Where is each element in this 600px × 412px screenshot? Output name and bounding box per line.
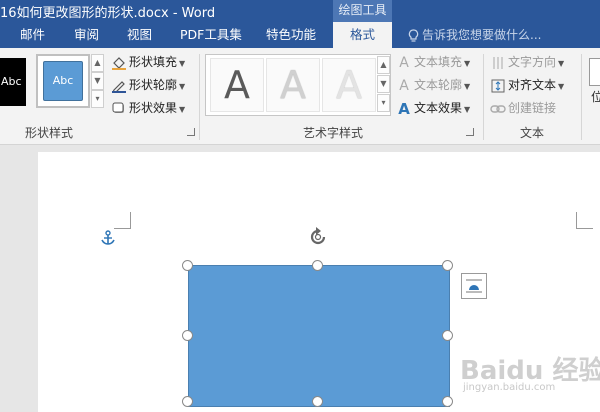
wordart-dialog-launcher[interactable] bbox=[466, 128, 474, 136]
align-text-label: 对齐文本 bbox=[508, 78, 557, 92]
tab-format[interactable]: 格式 bbox=[333, 22, 392, 48]
layout-options-button[interactable] bbox=[461, 273, 487, 299]
resize-handle-top-right[interactable] bbox=[442, 260, 453, 271]
swatch-text: Abc bbox=[1, 75, 22, 88]
ribbon-tab-bar: 邮件 审阅 视图 PDF工具集 特色功能 格式 告诉我您想要做什么... bbox=[0, 22, 600, 48]
pencil-icon bbox=[112, 80, 126, 93]
text-direction-icon bbox=[493, 56, 503, 69]
dropdown-caret-icon: ▼ bbox=[558, 82, 565, 91]
shape-effects-label: 形状效果 bbox=[129, 101, 178, 115]
tab-special-features[interactable]: 特色功能 bbox=[266, 22, 316, 48]
paint-bucket-icon bbox=[112, 56, 126, 70]
dropdown-caret-icon: ▼ bbox=[464, 105, 471, 114]
dropdown-caret-icon: ▼ bbox=[464, 82, 471, 91]
shape-effects-icon bbox=[112, 102, 124, 113]
text-effects-icon: A bbox=[398, 99, 410, 118]
align-text-button[interactable]: 对齐文本 ▼ bbox=[490, 76, 564, 94]
shape-styles-group-label: 形状样式 bbox=[25, 126, 74, 140]
text-fill-label: 文本填充 bbox=[414, 55, 463, 69]
selected-rectangle-shape[interactable] bbox=[188, 265, 450, 407]
position-icon[interactable] bbox=[589, 58, 600, 86]
tell-me-search[interactable]: 告诉我您想要做什么... bbox=[408, 22, 541, 48]
resize-handle-bottom[interactable] bbox=[312, 396, 323, 407]
group-separator bbox=[483, 54, 484, 140]
group-separator bbox=[581, 54, 582, 140]
wordart-style-2[interactable]: A bbox=[266, 58, 320, 112]
margin-corner-mark bbox=[576, 212, 593, 229]
window-title: 16如何更改图形的形状.docx - Word bbox=[0, 6, 216, 21]
wordart-more-button[interactable]: ▾ bbox=[377, 94, 390, 112]
title-bar: 16如何更改图形的形状.docx - Word 绘图工具 bbox=[0, 0, 600, 22]
shape-style-swatch-blue[interactable]: Abc bbox=[36, 54, 90, 108]
dropdown-caret-icon: ▼ bbox=[179, 82, 186, 91]
wordart-styles-group-label: 艺术字样式 bbox=[303, 126, 364, 140]
create-link-label: 创建链接 bbox=[508, 101, 557, 115]
tab-view[interactable]: 视图 bbox=[127, 22, 152, 48]
create-link-button[interactable]: 创建链接 bbox=[490, 99, 556, 117]
text-outline-label: 文本轮廓 bbox=[414, 78, 463, 92]
watermark-url: jingyan.baidu.com bbox=[463, 382, 556, 393]
resize-handle-bottom-right[interactable] bbox=[442, 396, 453, 407]
text-direction-label: 文字方向 bbox=[508, 55, 557, 69]
wordart-style-1[interactable]: A bbox=[210, 58, 264, 112]
drawing-tools-context-label: 绘图工具 bbox=[333, 0, 392, 22]
dropdown-caret-icon: ▼ bbox=[558, 59, 565, 68]
swatch-blue-text: Abc bbox=[43, 61, 83, 101]
position-button-label: 位 bbox=[591, 90, 600, 104]
text-fill-button[interactable]: A 文本填充 ▼ bbox=[396, 53, 470, 71]
gallery-more-button[interactable]: ▾ bbox=[91, 90, 104, 108]
text-group-label: 文本 bbox=[520, 126, 545, 140]
shape-effects-button[interactable]: 形状效果 ▼ bbox=[111, 99, 185, 117]
resize-handle-top-left[interactable] bbox=[182, 260, 193, 271]
text-direction-button[interactable]: 文字方向 ▼ bbox=[490, 53, 564, 71]
group-separator bbox=[199, 54, 200, 140]
tell-me-placeholder: 告诉我您想要做什么... bbox=[422, 28, 542, 42]
shape-styles-dialog-launcher[interactable] bbox=[187, 128, 195, 136]
dropdown-caret-icon: ▼ bbox=[464, 59, 471, 68]
resize-handle-left[interactable] bbox=[182, 330, 193, 341]
text-outline-icon: A bbox=[399, 77, 409, 94]
gallery-scroll-up-button[interactable]: ▲ bbox=[91, 54, 104, 72]
align-text-icon bbox=[491, 79, 505, 92]
tab-pdf-tools[interactable]: PDF工具集 bbox=[180, 22, 242, 48]
tab-review[interactable]: 审阅 bbox=[74, 22, 99, 48]
rotate-handle-icon[interactable] bbox=[306, 225, 330, 249]
resize-handle-bottom-left[interactable] bbox=[182, 396, 193, 407]
shape-style-swatch-black[interactable]: Abc bbox=[0, 58, 26, 106]
dropdown-caret-icon: ▼ bbox=[179, 59, 186, 68]
anchor-icon[interactable] bbox=[100, 230, 116, 246]
gallery-scroll-down-button[interactable]: ▼ bbox=[91, 72, 104, 90]
wordart-gallery: A A A ▲ ▼ ▾ bbox=[205, 54, 391, 116]
ribbon: Abc Abc ▲ ▼ ▾ 形状填充 ▼ 形状轮廓 ▼ 形状效果 ▼ 形状样式 A A… bbox=[0, 48, 600, 145]
text-outline-button[interactable]: A 文本轮廓 ▼ bbox=[396, 76, 470, 94]
text-effects-button[interactable]: A 文本效果 ▼ bbox=[396, 99, 470, 117]
tab-mailings[interactable]: 邮件 bbox=[20, 22, 45, 48]
text-fill-icon: A bbox=[399, 54, 409, 71]
wordart-scroll-down-button[interactable]: ▼ bbox=[377, 75, 390, 93]
dropdown-caret-icon: ▼ bbox=[179, 105, 186, 114]
shape-outline-button[interactable]: 形状轮廓 ▼ bbox=[111, 76, 185, 94]
layout-options-icon bbox=[466, 279, 482, 293]
resize-handle-right[interactable] bbox=[442, 330, 453, 341]
resize-handle-top[interactable] bbox=[312, 260, 323, 271]
shape-fill-button[interactable]: 形状填充 ▼ bbox=[111, 53, 185, 71]
shape-outline-label: 形状轮廓 bbox=[129, 78, 178, 92]
wordart-style-3[interactable]: A bbox=[322, 58, 376, 112]
link-icon bbox=[490, 104, 506, 113]
text-effects-label: 文本效果 bbox=[414, 101, 463, 115]
lightbulb-icon bbox=[408, 28, 419, 42]
margin-corner-mark bbox=[114, 212, 131, 229]
wordart-scroll-up-button[interactable]: ▲ bbox=[377, 56, 390, 74]
shape-fill-label: 形状填充 bbox=[129, 55, 178, 69]
